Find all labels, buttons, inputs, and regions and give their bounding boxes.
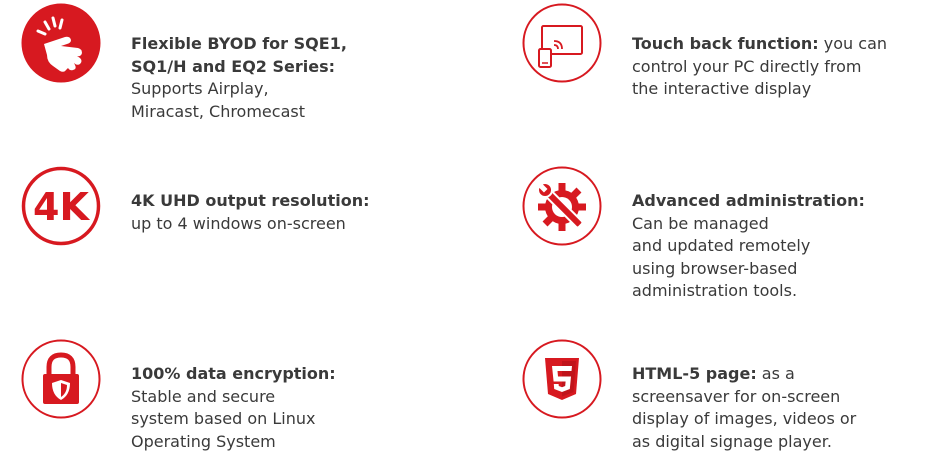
admin-body-line-2: and updated remotely (632, 235, 865, 258)
touchback-first-line-rest: you can (819, 34, 887, 53)
byod-body-line-2: Miracast, Chromecast (131, 101, 347, 124)
admin-body-line-1: Can be managed (632, 213, 865, 236)
html5-first-line: HTML-5 page: as a (632, 363, 856, 386)
uhd-body-line-1: up to 4 windows on-screen (131, 213, 369, 236)
html5-first-line-rest: as a (757, 364, 795, 383)
touchback-first-line: Touch back function: you can (632, 33, 887, 56)
admin-body-line-4: administration tools. (632, 280, 865, 303)
byod-title-line-1: Flexible BYOD for SQE1, (131, 33, 347, 56)
display-with-tablet-icon (521, 2, 603, 84)
html5-body-line-1: screensaver for on-screen (632, 386, 856, 409)
gear-wrench-icon (521, 165, 603, 247)
encryption-body-line-1: Stable and secure (131, 386, 336, 409)
touchback-text: Touch back function: you can control you… (632, 33, 887, 101)
hand-snap-icon (20, 2, 102, 84)
html5-text: HTML-5 page: as a screensaver for on-scr… (632, 363, 856, 453)
admin-title: Advanced administration: (632, 190, 865, 213)
byod-body-line-1: Supports Airplay, (131, 78, 347, 101)
padlock-shield-icon (20, 338, 102, 420)
html5-icon (521, 338, 603, 420)
encryption-body-line-3: Operating System (131, 431, 336, 453)
uhd-text: 4K UHD output resolution: up to 4 window… (131, 190, 369, 235)
encryption-title: 100% data encryption: (131, 363, 336, 386)
touchback-title: Touch back function: (632, 34, 819, 53)
byod-text: Flexible BYOD for SQE1, SQ1/H and EQ2 Se… (131, 33, 347, 123)
encryption-body-line-2: system based on Linux (131, 408, 336, 431)
admin-text: Advanced administration: Can be managed … (632, 190, 865, 303)
4k-icon: 4K (20, 165, 102, 247)
byod-title-line-2: SQ1/H and EQ2 Series: (131, 56, 347, 79)
uhd-title: 4K UHD output resolution: (131, 190, 369, 213)
touchback-body-line-2: the interactive display (632, 78, 887, 101)
admin-body-line-3: using browser-based (632, 258, 865, 281)
html5-body-line-3: as digital signage player. (632, 431, 856, 453)
touchback-body-line-1: control your PC directly from (632, 56, 887, 79)
4k-icon-label: 4K (33, 185, 90, 229)
html5-title: HTML-5 page: (632, 364, 757, 383)
encryption-text: 100% data encryption: Stable and secure … (131, 363, 336, 453)
html5-body-line-2: display of images, videos or (632, 408, 856, 431)
